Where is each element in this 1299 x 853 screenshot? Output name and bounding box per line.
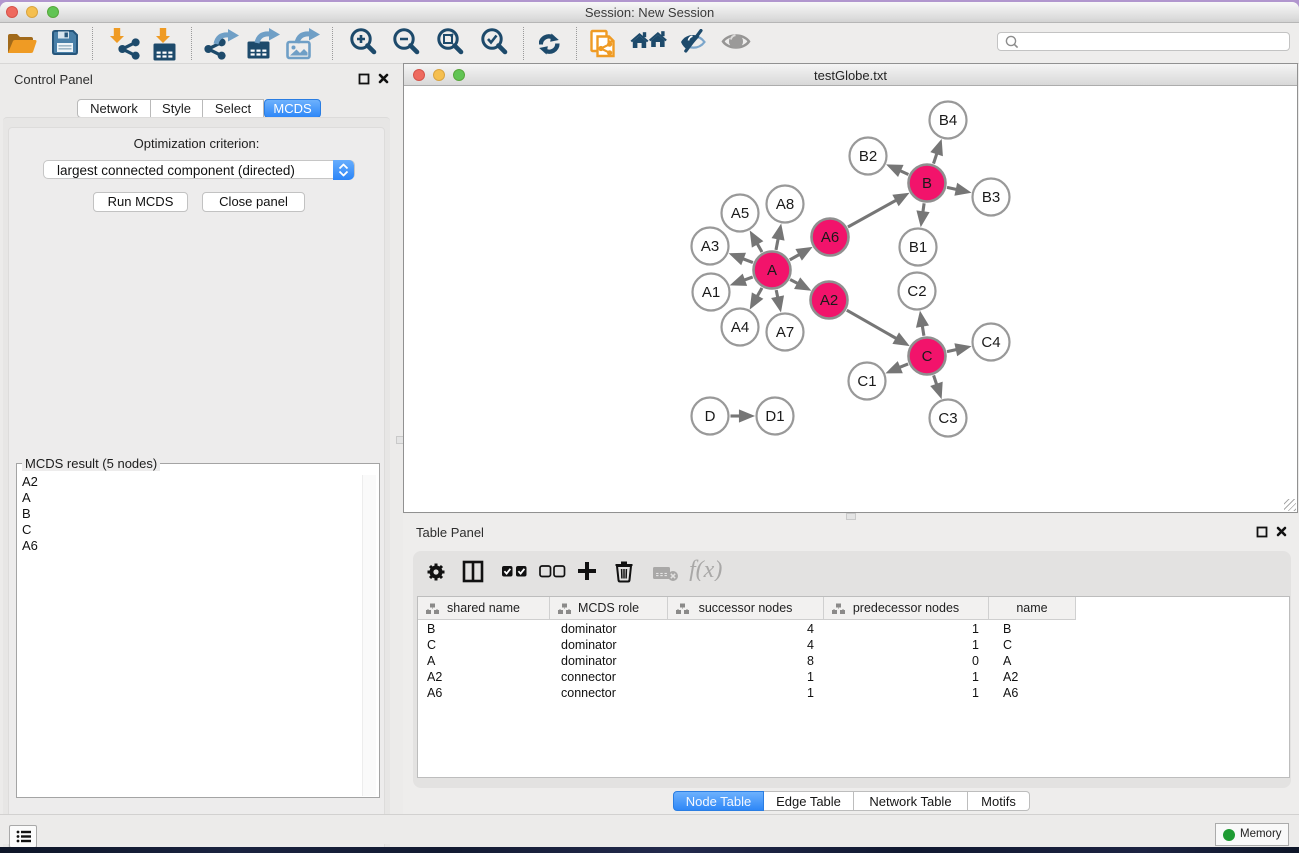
svg-text:B4: B4	[939, 112, 957, 129]
svg-text:C2: C2	[907, 283, 926, 300]
svg-text:A7: A7	[776, 324, 794, 341]
svg-text:D: D	[705, 408, 716, 425]
svg-text:A3: A3	[701, 238, 719, 255]
svg-text:B1: B1	[909, 239, 927, 256]
svg-text:A6: A6	[821, 229, 839, 246]
svg-text:f(x): f(x)	[689, 557, 722, 581]
svg-text:A5: A5	[731, 205, 749, 222]
svg-text:A8: A8	[776, 196, 794, 213]
svg-text:B2: B2	[859, 148, 877, 165]
svg-text:C3: C3	[938, 410, 957, 427]
svg-text:C: C	[922, 348, 933, 365]
svg-text:A: A	[767, 262, 777, 279]
svg-text:C4: C4	[981, 334, 1000, 351]
svg-text:A1: A1	[702, 284, 720, 301]
svg-text:A4: A4	[731, 319, 749, 336]
svg-text:B: B	[922, 175, 932, 192]
svg-text:B3: B3	[982, 189, 1000, 206]
svg-text:A2: A2	[820, 292, 838, 309]
svg-text:D1: D1	[765, 408, 784, 425]
svg-text:C1: C1	[857, 373, 876, 390]
